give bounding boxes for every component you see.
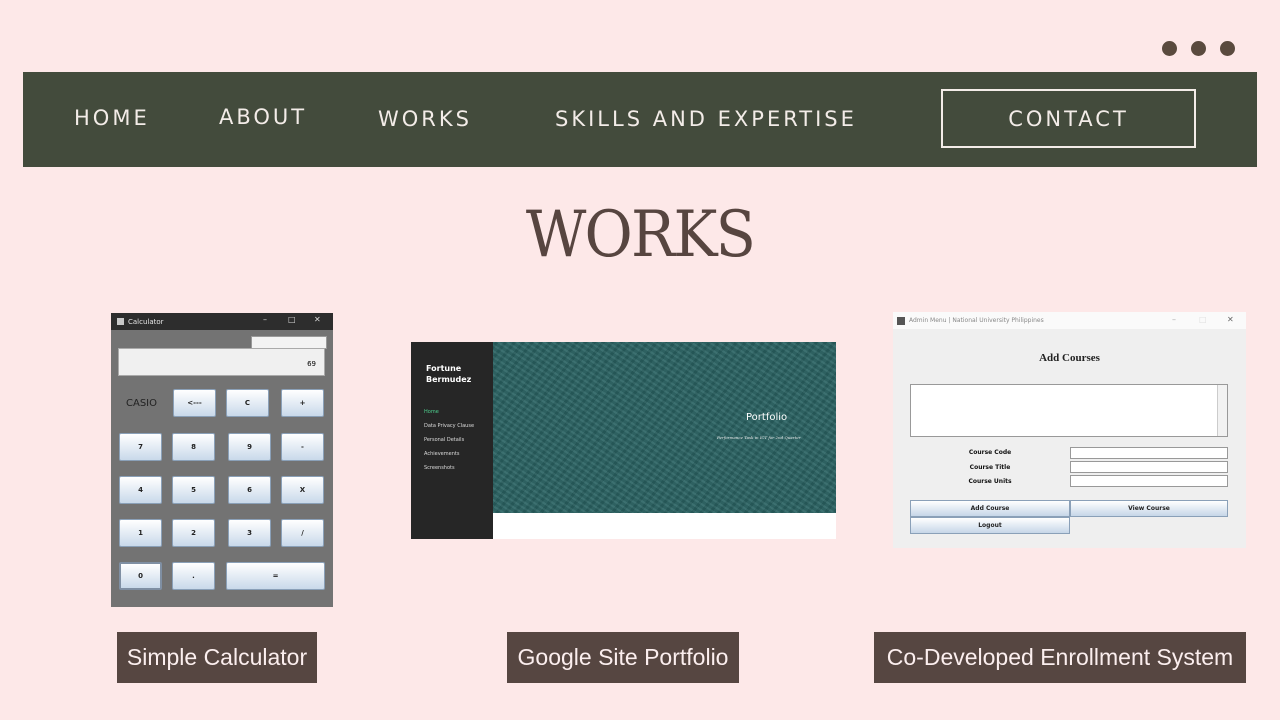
site-link-personal[interactable]: Personal Details bbox=[424, 437, 464, 443]
course-textarea[interactable] bbox=[910, 384, 1228, 437]
nav-bar: HOME ABOUT WORKS SKILLS AND EXPERTISE CO… bbox=[23, 72, 1257, 167]
calc-button[interactable]: . bbox=[172, 562, 215, 590]
minimize-icon: – bbox=[263, 315, 267, 324]
course-units-field[interactable] bbox=[1070, 475, 1228, 487]
logout-button[interactable]: Logout bbox=[910, 517, 1070, 534]
site-link-home[interactable]: Home bbox=[424, 409, 439, 415]
calc-button[interactable]: C bbox=[226, 389, 269, 417]
caption-google-site-portfolio[interactable]: Google Site Portfolio bbox=[507, 632, 739, 683]
nav-works[interactable]: WORKS bbox=[378, 107, 472, 131]
enrollment-system-screenshot[interactable]: Admin Menu | National University Philipp… bbox=[893, 312, 1246, 548]
calc-button[interactable]: 8 bbox=[172, 433, 215, 461]
calc-button[interactable]: - bbox=[281, 433, 324, 461]
calc-button[interactable]: X bbox=[281, 476, 324, 504]
admin-heading: Add Courses bbox=[1039, 352, 1100, 364]
calc-button[interactable]: 3 bbox=[228, 519, 271, 547]
caption-enrollment-system[interactable]: Co-Developed Enrollment System bbox=[874, 632, 1246, 683]
dot-icon bbox=[1220, 41, 1235, 56]
calc-button[interactable]: = bbox=[226, 562, 325, 590]
site-hero-title: Portfolio bbox=[746, 412, 788, 423]
calc-button[interactable]: 9 bbox=[228, 433, 271, 461]
minimize-icon: – bbox=[1172, 315, 1176, 324]
nav-home[interactable]: HOME bbox=[74, 106, 150, 130]
app-icon bbox=[117, 318, 124, 325]
admin-titlebar: Admin Menu | National University Philipp… bbox=[893, 312, 1246, 329]
calc-button[interactable]: / bbox=[281, 519, 324, 547]
calc-button[interactable]: 7 bbox=[119, 433, 162, 461]
course-code-field[interactable] bbox=[1070, 447, 1228, 459]
close-icon: ✕ bbox=[1227, 315, 1234, 324]
site-link-achievements[interactable]: Achievements bbox=[424, 451, 459, 457]
dot-icon bbox=[1191, 41, 1206, 56]
calc-button[interactable]: 4 bbox=[119, 476, 162, 504]
site-sidebar: Fortune Bermudez Home Data Privacy Claus… bbox=[411, 342, 493, 539]
course-title-field[interactable] bbox=[1070, 461, 1228, 473]
calc-button[interactable]: 2 bbox=[172, 519, 215, 547]
maximize-icon: □ bbox=[288, 315, 296, 324]
calc-button[interactable]: + bbox=[281, 389, 324, 417]
view-course-button[interactable]: View Course bbox=[1070, 500, 1228, 517]
google-site-screenshot[interactable]: Fortune Bermudez Home Data Privacy Claus… bbox=[411, 342, 836, 539]
site-owner-name: Fortune Bermudez bbox=[426, 364, 472, 384]
calculator-screenshot[interactable]: Calculator – □ ✕ 69 CASIO <--- C + 7 8 9… bbox=[111, 313, 333, 607]
course-units-label: Course Units bbox=[968, 478, 1012, 485]
nav-contact-button[interactable]: CONTACT bbox=[941, 89, 1196, 148]
scrollbar[interactable] bbox=[1217, 385, 1227, 436]
app-icon bbox=[897, 316, 905, 325]
calculator-brand: CASIO bbox=[126, 398, 157, 409]
site-hero: Portfolio Performance Task in ICT for 2n… bbox=[493, 342, 836, 513]
site-link-privacy[interactable]: Data Privacy Clause bbox=[424, 423, 474, 429]
close-icon: ✕ bbox=[314, 315, 321, 324]
calculator-display: 69 bbox=[118, 348, 325, 376]
calc-button[interactable]: <--- bbox=[173, 389, 216, 417]
dot-icon bbox=[1162, 41, 1177, 56]
site-hero-subtitle: Performance Task in ICT for 2nd Quarter bbox=[717, 435, 801, 440]
page-title: WORKS bbox=[525, 198, 756, 272]
site-link-screenshots[interactable]: Screenshots bbox=[424, 465, 455, 471]
calc-button[interactable]: 5 bbox=[172, 476, 215, 504]
window-dots bbox=[1162, 41, 1235, 56]
add-course-button[interactable]: Add Course bbox=[910, 500, 1070, 517]
course-title-label: Course Title bbox=[969, 464, 1011, 471]
nav-about[interactable]: ABOUT bbox=[219, 105, 307, 129]
calculator-titlebar: Calculator – □ ✕ bbox=[111, 313, 333, 330]
calc-button[interactable]: 6 bbox=[228, 476, 271, 504]
calculator-window-title: Calculator bbox=[128, 317, 164, 326]
caption-simple-calculator[interactable]: Simple Calculator bbox=[117, 632, 317, 683]
course-code-label: Course Code bbox=[968, 449, 1012, 456]
admin-window-title: Admin Menu | National University Philipp… bbox=[909, 317, 1044, 324]
maximize-icon: □ bbox=[1199, 315, 1207, 324]
calc-button[interactable]: 0 bbox=[119, 562, 162, 590]
nav-skills[interactable]: SKILLS AND EXPERTISE bbox=[555, 107, 857, 131]
calc-button[interactable]: 1 bbox=[119, 519, 162, 547]
